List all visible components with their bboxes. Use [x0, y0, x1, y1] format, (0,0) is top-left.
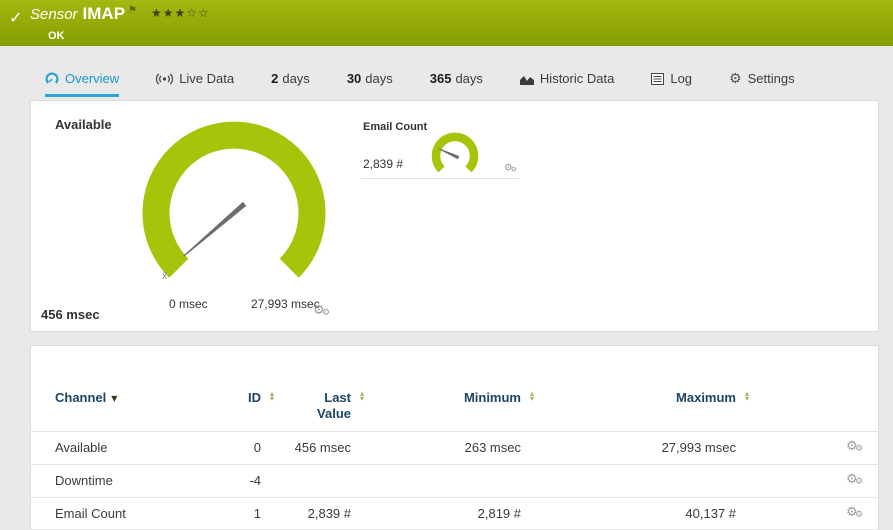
sort-icon[interactable]: ▴ ▾	[742, 390, 752, 403]
tab-label: Live Data	[179, 71, 235, 86]
prtg-sensor-page: { "header": { "type_label": "Sensor", "n…	[0, 0, 893, 529]
email-count-gauge[interactable]	[427, 127, 483, 177]
settings-gear-icon: ⚙	[729, 70, 742, 87]
sensor-title: Sensor IMAP ⚑ ★★★☆☆	[30, 4, 210, 24]
tab-label: days	[282, 71, 310, 86]
table-row: Email Count 1 2,839 # 2,819 # 40,137 # ⚙…	[31, 497, 878, 530]
tab-num: 30	[346, 71, 362, 86]
channel-link[interactable]: Downtime	[55, 465, 113, 497]
overview-gauge-icon	[45, 71, 59, 86]
column-header-minimum[interactable]: Minimum	[411, 390, 521, 405]
tab-num: 365	[429, 71, 452, 86]
gauge-needle	[183, 201, 247, 257]
priority-stars[interactable]: ★★★☆☆	[151, 6, 210, 20]
cell-minimum: 2,819 #	[477, 506, 521, 521]
gear-icon-small: ⚙	[855, 510, 864, 520]
gear-icon-small: ⚙	[322, 308, 331, 318]
cell-id: 1	[253, 506, 261, 521]
channel-link[interactable]: Email Count	[55, 498, 126, 530]
gauge-needle	[438, 148, 460, 160]
email-count-title: Email Count	[363, 121, 428, 133]
channel-link[interactable]: Available	[55, 432, 108, 464]
gauges-panel: Available x̄ 0 msec 27,993 msec 456 msec…	[30, 100, 879, 332]
sensor-type-label: Sensor	[30, 6, 78, 23]
cell-maximum: 27,993 msec	[661, 440, 736, 455]
tab-overview[interactable]: Overview	[45, 63, 120, 97]
cell-id: 0	[253, 440, 261, 455]
gear-icon-small: ⚙	[855, 477, 864, 487]
channel-settings-icon[interactable]: ⚙ ⚙	[846, 440, 866, 456]
sort-direction-icon: ▼	[111, 394, 118, 403]
tab-historic-data[interactable]: Historic Data	[519, 63, 615, 97]
cell-id: -4	[249, 473, 261, 488]
sensor-header: ✓ Sensor IMAP ⚑ ★★★☆☆ OK	[0, 0, 893, 46]
sort-icon[interactable]: ▴ ▾	[267, 390, 277, 403]
cell-last-value: 2,839 #	[307, 506, 351, 521]
column-header-last-value[interactable]: Last Value	[306, 390, 351, 422]
log-list-icon	[651, 72, 665, 85]
tab-settings[interactable]: ⚙ Settings	[729, 63, 795, 97]
gauge-current-value: 456 msec	[41, 307, 100, 322]
table-header-row: Channel ▼ ID ▴ ▾ Last Value ▴ ▾ Minimum ▴ ▾ …	[31, 346, 878, 431]
gauge-average-marker: x̄	[162, 271, 167, 282]
tab-live-data[interactable]: Live Data	[156, 63, 234, 97]
tab-365-days[interactable]: 365 days	[430, 63, 483, 97]
column-header-id[interactable]: ID	[201, 390, 261, 405]
table-row: Downtime -4 ⚙ ⚙	[31, 464, 878, 497]
historic-data-chart-icon	[519, 73, 534, 85]
tab-label: Historic Data	[539, 71, 615, 86]
sensor-name: IMAP	[82, 4, 126, 23]
status-ok-check-icon: ✓	[9, 8, 23, 27]
sort-icon[interactable]: ▴ ▾	[527, 390, 537, 403]
tab-2-days[interactable]: 2 days	[271, 63, 310, 97]
channels-table-panel: Channel ▼ ID ▴ ▾ Last Value ▴ ▾ Minimum ▴ ▾ …	[30, 345, 879, 529]
flag-icon[interactable]: ⚑	[128, 5, 137, 16]
sort-icon[interactable]: ▴ ▾	[357, 390, 367, 403]
gauge-min-label: 0 msec	[169, 297, 208, 311]
column-header-channel[interactable]: Channel ▼	[55, 390, 117, 405]
tab-30-days[interactable]: 30 days	[347, 63, 393, 97]
tab-bar: Overview Live Data 2 days 30 days 365 da…	[0, 63, 893, 97]
gear-icon-small: ⚙	[510, 166, 517, 174]
table-row: Available 0 456 msec 263 msec 27,993 mse…	[31, 431, 878, 464]
tab-label: Settings	[747, 71, 795, 86]
tab-label: days	[455, 71, 483, 86]
cell-minimum: 263 msec	[464, 440, 521, 455]
column-header-label: Channel	[55, 390, 107, 405]
email-count-value: 2,839 #	[363, 157, 404, 171]
cell-last-value: 456 msec	[294, 440, 351, 455]
tab-label: Overview	[65, 71, 120, 86]
tab-label: days	[365, 71, 393, 86]
gauge-arc	[142, 121, 326, 278]
gauge-arc	[431, 132, 479, 173]
cell-maximum: 40,137 #	[685, 506, 736, 521]
gear-icon-small: ⚙	[855, 444, 864, 454]
available-gauge[interactable]: x̄	[114, 101, 354, 311]
gauge-max-label: 27,993 msec	[251, 297, 320, 311]
channel-title-available: Available	[55, 117, 112, 132]
live-data-icon	[156, 73, 174, 85]
tab-label: Log	[670, 71, 693, 86]
gauge-settings-icon[interactable]: ⚙ ⚙	[313, 304, 333, 320]
tab-log[interactable]: Log	[651, 63, 692, 97]
gauge-settings-icon[interactable]: ⚙ ⚙	[504, 163, 519, 175]
tab-num: 2	[271, 71, 279, 86]
email-count-gauge-card[interactable]: Email Count 2,839 # ⚙ ⚙	[361, 113, 519, 179]
status-badge: OK	[48, 30, 65, 42]
channel-settings-icon[interactable]: ⚙ ⚙	[846, 506, 866, 522]
channel-settings-icon[interactable]: ⚙ ⚙	[846, 473, 866, 489]
column-header-maximum[interactable]: Maximum	[621, 390, 736, 405]
